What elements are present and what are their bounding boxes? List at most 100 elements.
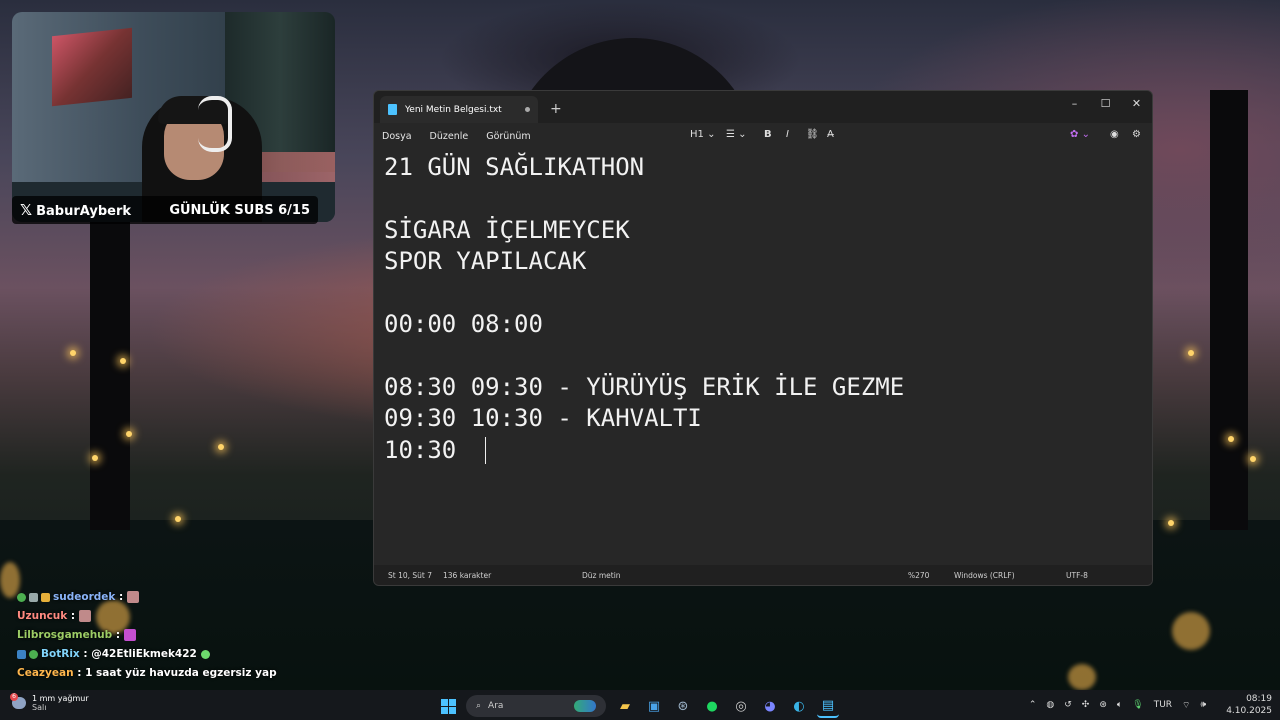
file-explorer-icon[interactable]: ▰ xyxy=(614,695,636,717)
account-icon[interactable]: ◉ xyxy=(1110,129,1119,140)
search-box[interactable]: ⌕ Ara xyxy=(466,695,606,717)
zoom-level[interactable]: %270 xyxy=(908,571,929,580)
steam-icon[interactable]: ⊛ xyxy=(672,695,694,717)
window-controls: – ☐ ✕ xyxy=(1059,91,1152,113)
bold-button[interactable]: B xyxy=(764,129,772,140)
bot-badge-icon xyxy=(29,592,38,602)
emote-icon xyxy=(78,610,91,622)
chat-message: sudeordek : xyxy=(17,588,277,607)
firefly xyxy=(120,358,126,364)
photos-icon[interactable]: ▣ xyxy=(643,695,665,717)
streamer-handle: BaburAyberk xyxy=(36,204,131,219)
tray-app-icon[interactable]: ✣ xyxy=(1082,700,1090,710)
editor-line: SPOR YAPILACAK xyxy=(384,247,587,276)
bing-highlight-icon xyxy=(574,700,596,712)
maximize-button[interactable]: ☐ xyxy=(1090,93,1121,113)
text-editor[interactable]: 21 GÜN SAĞLIKATHON SİGARA İÇELMEYCEK SPO… xyxy=(374,149,1152,567)
tab-document[interactable]: Yeni Metin Belgesi.txt xyxy=(380,96,538,123)
text-format: Düz metin xyxy=(582,571,621,580)
chevron-down-icon: ⌄ xyxy=(738,129,747,140)
bot-badge-icon xyxy=(17,649,26,659)
list-icon: ☰ xyxy=(726,129,735,140)
minimize-button[interactable]: – xyxy=(1059,93,1090,113)
firefly xyxy=(1168,520,1174,526)
notification-badge: 6 xyxy=(10,693,18,701)
menu-file[interactable]: Dosya xyxy=(382,131,412,142)
chevron-up-icon[interactable]: ⌃ xyxy=(1029,700,1037,710)
bokeh-light xyxy=(1068,664,1096,690)
menu-view[interactable]: Görünüm xyxy=(486,131,530,142)
new-tab-button[interactable]: + xyxy=(550,101,562,117)
firefly xyxy=(175,516,181,522)
chat-message: Ceazyean : 1 saat yüz havuzda egzersiz y… xyxy=(17,667,277,679)
weather-day: Salı xyxy=(32,703,47,712)
windows-logo-icon xyxy=(440,698,456,714)
speaker-icon[interactable]: 🕪︎ xyxy=(1201,700,1207,710)
chat-username: BotRix xyxy=(41,648,80,660)
firefly xyxy=(70,350,76,356)
status-bar: St 10, Süt 7 136 karakter Düz metin %270… xyxy=(374,565,1152,585)
steam-tray-icon[interactable]: ⊛ xyxy=(1099,700,1107,710)
microphone-icon[interactable]: 🎙︎ xyxy=(1132,700,1143,710)
system-tray: ⌃ ◍ ↺ ✣ ⊛ 🔈︎ 🎙︎ TUR ⌔ 🕪︎ 08:19 4.10.2025 xyxy=(1019,690,1272,720)
firefly xyxy=(1228,436,1234,442)
subs-goal: GÜNLÜK SUBS 6/15 xyxy=(169,202,310,218)
tree-trunk xyxy=(1210,90,1248,530)
tab-title: Yeni Metin Belgesi.txt xyxy=(405,104,502,115)
close-button[interactable]: ✕ xyxy=(1121,93,1152,113)
cursor-position: St 10, Süt 7 xyxy=(388,571,433,580)
clock-time: 08:19 xyxy=(1246,694,1272,704)
character-count: 136 karakter xyxy=(443,571,492,580)
chat-username: Uzuncuk xyxy=(17,610,68,622)
wifi-icon[interactable]: ⌔ xyxy=(1182,700,1190,711)
tray-app-icon[interactable]: ◍ xyxy=(1046,700,1054,710)
tree-trunk xyxy=(90,200,130,530)
edge-icon[interactable]: ◐ xyxy=(788,695,810,717)
clock[interactable]: 08:19 4.10.2025 xyxy=(1216,693,1272,717)
firefly xyxy=(1250,456,1256,462)
chevron-down-icon: ⌄ xyxy=(707,129,716,140)
heading-dropdown[interactable]: H1 ⌄ xyxy=(690,129,715,140)
emote-icon xyxy=(126,591,139,603)
title-bar: Yeni Metin Belgesi.txt + – ☐ ✕ xyxy=(374,91,1152,123)
notepad-taskbar-icon[interactable]: ▤ xyxy=(817,694,839,718)
settings-gear-icon[interactable]: ⚙ xyxy=(1132,129,1141,140)
link-icon[interactable]: ⛓ xyxy=(806,129,819,140)
chevron-down-icon: ⌄ xyxy=(1081,129,1090,140)
editor-line: 00:00 08:00 xyxy=(384,309,543,338)
language-indicator[interactable]: TUR xyxy=(1154,700,1172,710)
stream-chat: sudeordek : Uzuncuk : Lilbrosgamehub : B… xyxy=(17,588,277,683)
firefly xyxy=(1188,350,1194,356)
spotify-icon[interactable]: ● xyxy=(701,695,723,717)
clock-date: 4.10.2025 xyxy=(1226,706,1272,716)
clear-format-icon[interactable]: A̶ xyxy=(827,129,834,140)
copilot-icon[interactable]: ✿ ⌄ xyxy=(1070,129,1090,140)
verified-badge-icon xyxy=(29,649,38,659)
chat-message: Lilbrosgamehub : xyxy=(17,626,277,645)
firefly xyxy=(218,444,224,450)
editor-line: 10:30 xyxy=(384,435,471,464)
tray-app-icon[interactable]: ↺ xyxy=(1064,700,1072,710)
discord-icon[interactable]: ◕ xyxy=(759,695,781,717)
line-endings[interactable]: Windows (CRLF) xyxy=(954,571,1015,580)
firefly xyxy=(126,431,132,437)
list-dropdown[interactable]: ☰ ⌄ xyxy=(726,129,747,140)
start-button[interactable] xyxy=(437,695,459,717)
chat-message: Uzuncuk : xyxy=(17,607,277,626)
bokeh-light xyxy=(1172,612,1210,650)
unsaved-dot-icon[interactable] xyxy=(525,107,530,112)
notepad-window: Yeni Metin Belgesi.txt + – ☐ ✕ Dosya Düz… xyxy=(373,90,1153,586)
firefly xyxy=(92,455,98,461)
weather-widget[interactable]: 6 1 mm yağmur Salı xyxy=(10,693,89,712)
italic-button[interactable]: I xyxy=(786,129,789,140)
search-placeholder: Ara xyxy=(488,701,504,711)
volume-icon[interactable]: 🔈︎ xyxy=(1117,700,1122,710)
obs-icon[interactable]: ◎ xyxy=(730,695,752,717)
encoding[interactable]: UTF-8 xyxy=(1066,571,1088,580)
menu-edit[interactable]: Düzenle xyxy=(430,131,469,142)
editor-line: SİGARA İÇELMEYCEK xyxy=(384,215,630,244)
search-icon: ⌕ xyxy=(476,701,482,711)
chat-username: Lilbrosgamehub xyxy=(17,629,113,641)
